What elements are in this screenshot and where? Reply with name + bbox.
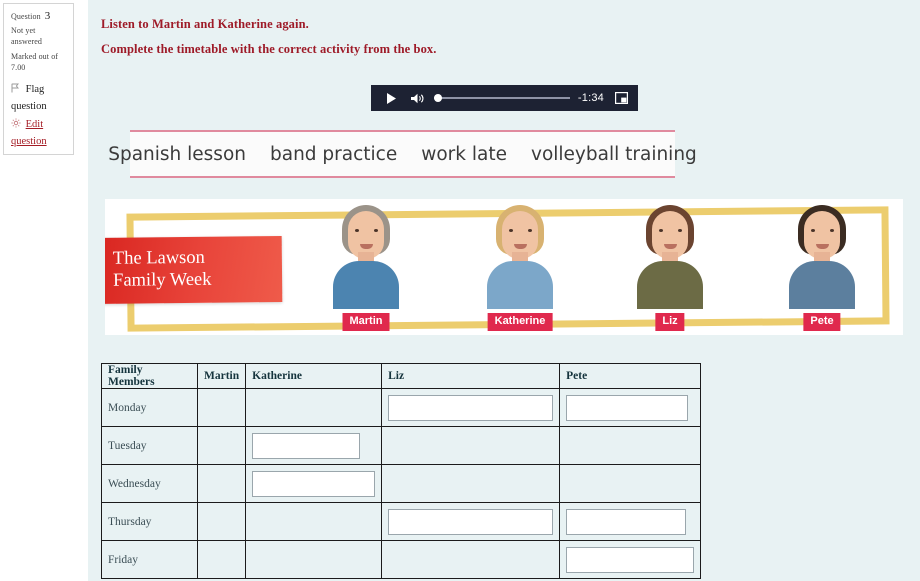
question-grade: Marked out of 7.00 [11,51,67,73]
timetable-cell [196,388,247,427]
answer-input[interactable] [566,508,687,535]
answer-input[interactable] [252,432,361,459]
table-header-row: Family Members Martin Katherine Liz Pete [101,363,702,389]
word-option: work late [421,143,507,165]
picture-in-picture-icon[interactable] [613,92,629,104]
answer-input[interactable] [566,394,689,421]
banner-title-line-1: The Lawson [112,247,205,269]
person-name-tag: Martin [342,313,390,331]
person-name-tag: Pete [803,313,841,331]
person-photo-liz: Liz [611,205,729,331]
timetable-cell [245,464,383,503]
instruction-line-1: Listen to Martin and Katherine again. [101,17,309,31]
banner-title-line-2: Family Week [113,269,212,291]
timetable-cell [196,540,247,579]
person-name-tag: Katherine [487,313,553,331]
play-icon[interactable] [380,92,402,104]
word-option: band practice [270,143,398,165]
gear-icon [11,118,21,132]
marked-out-of-value: 7.00 [11,63,26,72]
timetable-cell [559,502,702,541]
person-photo-katherine: Katherine [461,205,579,331]
timetable-cell [559,464,702,503]
flag-question-button[interactable]: Flag question [11,81,67,115]
avatar [487,205,553,309]
timetable-cell [245,540,383,579]
progress-handle[interactable] [434,94,442,102]
answer-input[interactable] [566,546,695,573]
table-row: Monday [101,388,702,427]
answer-input[interactable] [388,394,554,421]
table-row: Thursday [101,502,702,541]
avatar [333,205,399,309]
avatar [789,205,855,309]
word-bank: Spanish lesson band practice work late v… [108,130,697,178]
table-body: Monday Tuesday Wednesday Thursday Friday [101,388,702,579]
timetable-cell [245,502,383,541]
person-photo-martin: Martin [307,205,425,331]
timetable-cell [381,464,561,503]
timetable-cell [196,426,247,465]
question-number-row: Question 3 [11,11,67,22]
timetable-cell [381,540,561,579]
instruction-line-2: Complete the timetable with the correct … [101,42,437,56]
question-info-panel: Question 3 Not yet answered Marked out o… [3,3,74,155]
audio-progress-slider[interactable] [434,91,570,105]
question-status: Not yet answered [11,26,43,46]
table-row: Friday [101,540,702,579]
question-page: Question 3 Not yet answered Marked out o… [0,0,920,581]
column-header-martin: Martin [196,363,247,389]
day-label: Monday [101,388,198,427]
timetable-cell [381,388,561,427]
progress-track [434,97,570,99]
edit-question-button[interactable]: Edit question [11,116,67,150]
day-label: Tuesday [101,426,198,465]
marked-out-of-label: Marked out of [11,52,59,61]
timetable-cell [381,502,561,541]
table-row: Wednesday [101,464,702,503]
person-photo-pete: Pete [763,205,881,331]
family-banner: Martin Katherine Liz Pete The Lawson Fam… [105,199,903,335]
column-header-katherine: Katherine [245,363,383,389]
timetable-cell [196,464,247,503]
banner-title: The Lawson Family Week [105,236,283,304]
column-header-family-members: Family Members [101,363,198,389]
question-label: Question [11,12,41,21]
column-header-pete: Pete [559,363,702,389]
column-header-liz: Liz [381,363,561,389]
word-option: volleyball training [531,143,697,165]
timetable-cell [245,388,383,427]
day-label: Friday [101,540,198,579]
avatar [637,205,703,309]
volume-icon[interactable] [406,93,428,104]
audio-time-remaining: -1:34 [577,92,604,104]
word-option: Spanish lesson [108,143,246,165]
question-content: Listen to Martin and Katherine again. Co… [88,0,920,581]
answer-input[interactable] [388,508,554,535]
timetable-cell [196,502,247,541]
table-row: Tuesday [101,426,702,465]
timetable-cell [245,426,383,465]
timetable-cell [559,426,702,465]
answer-input[interactable] [252,470,376,497]
timetable-cell [381,426,561,465]
timetable-cell [559,540,702,579]
day-label: Wednesday [101,464,198,503]
day-label: Thursday [101,502,198,541]
flag-icon [11,83,21,97]
question-number: 3 [44,10,51,22]
audio-player[interactable]: -1:34 [371,85,638,111]
timetable: Family Members Martin Katherine Liz Pete… [101,363,702,579]
timetable-cell [559,388,702,427]
person-name-tag: Liz [655,313,685,331]
